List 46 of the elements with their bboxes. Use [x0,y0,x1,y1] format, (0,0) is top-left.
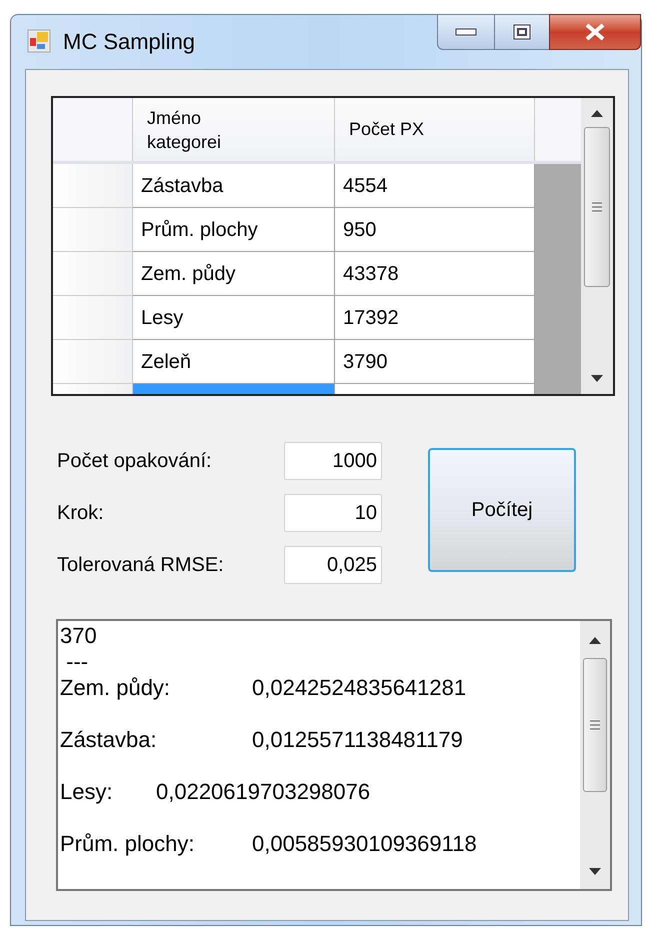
table-cell[interactable]: 17392 [335,296,535,340]
number-field[interactable]: 0,025 [284,546,382,584]
minimize-button[interactable] [437,14,495,50]
row-header[interactable] [53,296,133,340]
scroll-thumb[interactable] [583,658,607,792]
maximize-icon [513,24,531,40]
scroll-down-icon[interactable] [589,868,601,875]
output-line: Zástavba: 0,0125571138481179 [60,727,464,753]
table-cell[interactable]: 4554 [335,164,535,208]
scroll-up-icon[interactable] [591,110,604,117]
table-cell[interactable]: Zástavba [133,164,335,208]
scroll-up-icon[interactable] [589,637,601,644]
field-label: Krok: [57,501,105,526]
table-cell[interactable]: 43378 [335,252,535,296]
output-line: 370 [60,623,98,649]
scroll-thumb[interactable] [584,127,610,287]
row-header[interactable] [53,208,133,252]
grip-icon [590,720,600,730]
maximize-button[interactable] [495,14,549,50]
close-button[interactable] [549,14,641,50]
table-cell[interactable]: 950 [335,208,535,252]
table-cell[interactable]: Prům. plochy [133,208,335,252]
table-cell[interactable]: 3790 [335,340,535,384]
minimize-icon [455,28,477,36]
column-header[interactable]: Jméno kategorei [133,98,335,161]
row-header[interactable] [53,340,133,384]
row-header[interactable] [53,252,133,296]
row-header[interactable] [53,164,133,208]
table-cell[interactable]: Lesy [133,296,335,340]
grip-icon [592,202,602,212]
table-cell[interactable]: Zeleň [133,340,335,384]
field-label: Počet opakování: [57,449,213,474]
output-line: Prům. plochy: 0,00585930109369118 [60,831,478,857]
number-field[interactable]: 10 [284,494,382,532]
field-label: Tolerovaná RMSE: [57,553,225,578]
window-title: MC Sampling [63,28,196,56]
close-icon [584,23,606,41]
number-field[interactable]: 1000 [284,442,382,480]
output-line: Zem. půdy: 0,0242524835641281 [60,675,468,701]
table-cell[interactable]: Zem. půdy [133,252,335,296]
compute-button[interactable]: Počítej [428,448,576,572]
output-line: --- [65,649,90,675]
column-header[interactable]: Počet PX [335,98,535,161]
app-icon [27,29,51,53]
output-line: Lesy: 0,0220619703298076 [60,779,372,805]
scroll-down-icon[interactable] [591,375,604,382]
